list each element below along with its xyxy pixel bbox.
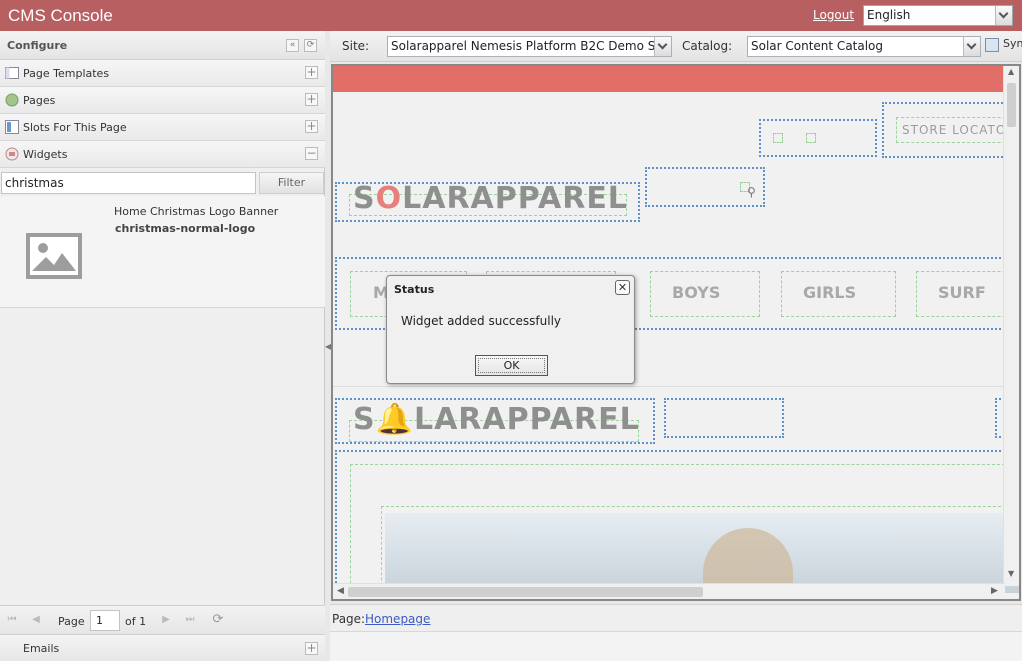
configure-title: Configure <box>7 39 68 52</box>
slots-icon <box>5 120 19 134</box>
store-locator-button[interactable]: STORE LOCATO <box>902 123 1006 137</box>
site-logo-slot[interactable]: SOLARAPPAREL <box>335 181 640 222</box>
first-page-icon[interactable]: ⏮ <box>6 614 18 626</box>
configure-header: Configure « ⟳ <box>0 31 325 60</box>
site-value: Solarapparel Nemesis Platform B2C Demo S… <box>391 39 672 53</box>
catalog-select[interactable]: Solar Content Catalog <box>747 36 981 57</box>
bottom-strip <box>330 631 1022 661</box>
image-placeholder-icon <box>26 233 82 279</box>
widget-type: Home Christmas Logo Banner <box>114 205 279 218</box>
expand-icon[interactable]: + <box>305 642 318 655</box>
scroll-thumb[interactable] <box>348 587 703 597</box>
page-count: of 1 <box>125 615 147 628</box>
christmas-logo: S🔔LARAPPAREL <box>353 402 640 437</box>
scroll-down-icon[interactable]: ▼ <box>1008 569 1014 578</box>
template-icon <box>5 67 19 79</box>
collapse-section-icon[interactable]: − <box>305 147 318 160</box>
configure-panel: Configure « ⟳ Page Templates + Pages + S… <box>0 31 325 661</box>
chevron-down-icon[interactable] <box>995 6 1012 25</box>
nav-item-surf[interactable]: SURF <box>938 283 986 302</box>
site-logo: SOLARAPPAREL <box>353 181 628 216</box>
scroll-right-icon[interactable]: ▶ <box>991 586 998 596</box>
accordion-label: Page Templates <box>23 67 110 80</box>
page-label: Page: <box>332 612 366 626</box>
preview-horizontal-scrollbar[interactable]: ◀ ▶ <box>333 583 1005 599</box>
refresh-icon[interactable]: ⟳ <box>304 39 317 52</box>
page-info-bar: Page: Homepage <box>330 604 1022 631</box>
preview-top-bar <box>333 66 1019 92</box>
pagination-bar: ⏮ ◀ Page 1 of 1 ▶ ⏭ ⟳ <box>0 605 325 634</box>
search-icon: ⚲ <box>747 185 756 199</box>
catalog-label: Catalog: <box>682 39 733 53</box>
site-catalog-toolbar: Site: Solarapparel Nemesis Platform B2C … <box>330 31 1022 62</box>
search-box-slot[interactable]: ⚲ <box>645 167 765 207</box>
accordion-emails[interactable]: Emails + <box>0 634 325 661</box>
widget-icon <box>5 147 19 161</box>
splitter-collapse-icon[interactable]: ◀ <box>325 342 331 351</box>
language-value: English <box>867 8 911 22</box>
store-locator-slot[interactable]: STORE LOCATO <box>882 102 1019 158</box>
globe-icon <box>5 93 19 107</box>
reload-icon[interactable]: ⟳ <box>212 613 224 626</box>
accordion-label: Pages <box>23 94 56 107</box>
accordion-slots[interactable]: Slots For This Page + <box>0 114 325 141</box>
expand-icon[interactable]: + <box>305 93 318 106</box>
expand-icon[interactable]: + <box>305 120 318 133</box>
dialog-title: Status <box>394 283 435 296</box>
christmas-logo-slot[interactable]: S🔔LARAPPAREL <box>335 398 655 444</box>
widget-search-input[interactable]: christmas <box>1 172 256 194</box>
ok-button[interactable]: OK <box>475 355 548 376</box>
widget-name: christmas-normal-logo <box>115 222 256 235</box>
nav-item-boys[interactable]: BOYS <box>672 283 720 302</box>
accordion-pages[interactable]: Pages + <box>0 87 325 114</box>
nav-item-girls[interactable]: GIRLS <box>803 283 856 302</box>
accordion-label: Emails <box>23 642 60 655</box>
accordion-label: Widgets <box>23 148 68 161</box>
app-title: CMS Console <box>8 6 113 25</box>
logout-link[interactable]: Logout <box>813 8 854 22</box>
chevron-down-icon[interactable] <box>963 37 980 56</box>
prev-page-icon[interactable]: ◀ <box>30 614 42 626</box>
close-icon[interactable]: ✕ <box>615 280 630 295</box>
top-header: CMS Console Logout English <box>0 0 1022 31</box>
scroll-up-icon[interactable]: ▲ <box>1008 67 1014 76</box>
dialog-message: Widget added successfully <box>401 314 562 328</box>
page-label: Page <box>58 615 85 628</box>
accordion-widgets[interactable]: Widgets − <box>0 141 325 168</box>
empty-slot[interactable] <box>664 398 784 438</box>
expand-icon[interactable]: + <box>305 66 318 79</box>
catalog-value: Solar Content Catalog <box>751 39 884 53</box>
accordion-page-templates[interactable]: Page Templates + <box>0 60 325 87</box>
collapse-icon[interactable]: « <box>286 39 299 52</box>
next-page-icon[interactable]: ▶ <box>160 614 172 626</box>
language-select[interactable]: English <box>863 5 1013 26</box>
header-links-slot[interactable] <box>759 119 877 157</box>
site-select[interactable]: Solarapparel Nemesis Platform B2C Demo S… <box>387 36 672 57</box>
chevron-down-icon[interactable] <box>654 37 671 56</box>
page-number-input[interactable]: 1 <box>90 610 120 631</box>
site-label: Site: <box>342 39 370 53</box>
scroll-left-icon[interactable]: ◀ <box>337 586 344 596</box>
last-page-icon[interactable]: ⏭ <box>184 614 196 626</box>
sync-label[interactable]: Syn <box>1003 37 1022 50</box>
filter-button[interactable]: Filter <box>259 172 324 194</box>
sync-icon[interactable] <box>985 38 999 52</box>
status-dialog: Status ✕ Widget added successfully OK <box>386 275 635 384</box>
page-link-homepage[interactable]: Homepage <box>365 612 430 626</box>
preview-vertical-scrollbar[interactable]: ▼ ▲ <box>1003 66 1019 586</box>
widget-result-item[interactable]: Home Christmas Logo Banner christmas-nor… <box>0 196 325 308</box>
scroll-thumb[interactable] <box>1007 83 1016 127</box>
accordion-label: Slots For This Page <box>23 121 127 134</box>
